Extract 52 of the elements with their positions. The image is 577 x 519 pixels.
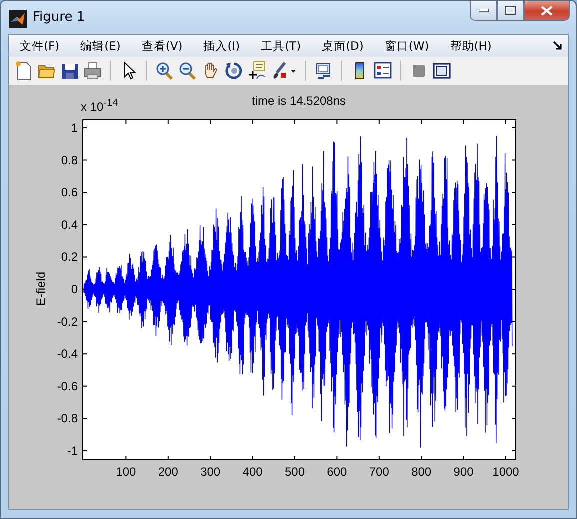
x-tick-label: 100 xyxy=(116,465,136,479)
maximize-button[interactable] xyxy=(497,1,524,21)
x-tick-label: 600 xyxy=(327,465,348,479)
minimize-button[interactable] xyxy=(470,1,497,21)
rotate-icon[interactable] xyxy=(225,61,243,81)
y-tick-label: 0.2 xyxy=(61,250,78,264)
close-icon xyxy=(541,6,553,16)
plot-title: time is 14.5208ns xyxy=(252,94,346,108)
x-tick-label: 200 xyxy=(158,465,178,479)
brush-icon[interactable] xyxy=(271,61,297,81)
y-axis-label: E-field xyxy=(34,272,48,306)
printer-icon[interactable] xyxy=(84,61,102,81)
x-tick-label: 300 xyxy=(200,465,221,479)
x-tick-label: 1000 xyxy=(492,465,520,479)
app-icon xyxy=(9,10,27,28)
x-tick-label: 700 xyxy=(369,465,390,479)
menu-item[interactable]: 文件(F) xyxy=(15,38,67,54)
y-tick-label: 0 xyxy=(71,282,78,296)
y-tick-label: 0.4 xyxy=(61,218,78,232)
save-icon[interactable] xyxy=(61,61,79,81)
y-tick-label: -0.4 xyxy=(57,347,78,362)
y-tick-label: -0.6 xyxy=(57,379,78,394)
axis-exponent: x 10$^{-14}$ xyxy=(81,97,118,113)
new-file-icon[interactable] xyxy=(15,61,33,81)
maximize-icon xyxy=(505,6,516,15)
zoom-out-icon[interactable] xyxy=(179,61,197,81)
y-tick-label: 0.8 xyxy=(61,153,78,168)
menu-item[interactable]: 插入(I) xyxy=(198,38,248,54)
y-tick-label: -1 xyxy=(67,444,78,458)
zoom-in-icon[interactable] xyxy=(156,61,174,81)
x-tick-label: 500 xyxy=(284,465,306,479)
plot-tools-icon[interactable] xyxy=(433,61,451,81)
x-tick-label: 900 xyxy=(454,465,474,479)
x-tick-label: 400 xyxy=(242,465,263,479)
dock-arrow-icon[interactable] xyxy=(553,41,563,51)
menu-item[interactable]: 桌面(D) xyxy=(317,38,371,54)
menu-item[interactable]: 编辑(E) xyxy=(76,38,128,54)
legend-icon[interactable] xyxy=(374,61,392,81)
window-title: Figure 1 xyxy=(33,10,86,25)
menu-item[interactable]: 工具(T) xyxy=(256,38,308,54)
y-tick-label: 0.6 xyxy=(61,186,78,200)
link-plot-icon[interactable] xyxy=(315,61,333,81)
minimize-icon xyxy=(478,8,488,12)
menu-item[interactable]: 窗口(W) xyxy=(380,38,436,54)
y-tick-label: -0.8 xyxy=(57,412,78,426)
close-button[interactable] xyxy=(524,1,570,21)
menu-item[interactable]: 查看(V) xyxy=(136,38,190,54)
y-tick-label: -0.2 xyxy=(57,314,78,329)
x-tick-label: 800 xyxy=(412,465,432,479)
data-cursor-icon[interactable] xyxy=(248,61,266,81)
y-tick-label: 1 xyxy=(71,121,78,135)
menu-item[interactable]: 帮助(H) xyxy=(445,38,499,54)
